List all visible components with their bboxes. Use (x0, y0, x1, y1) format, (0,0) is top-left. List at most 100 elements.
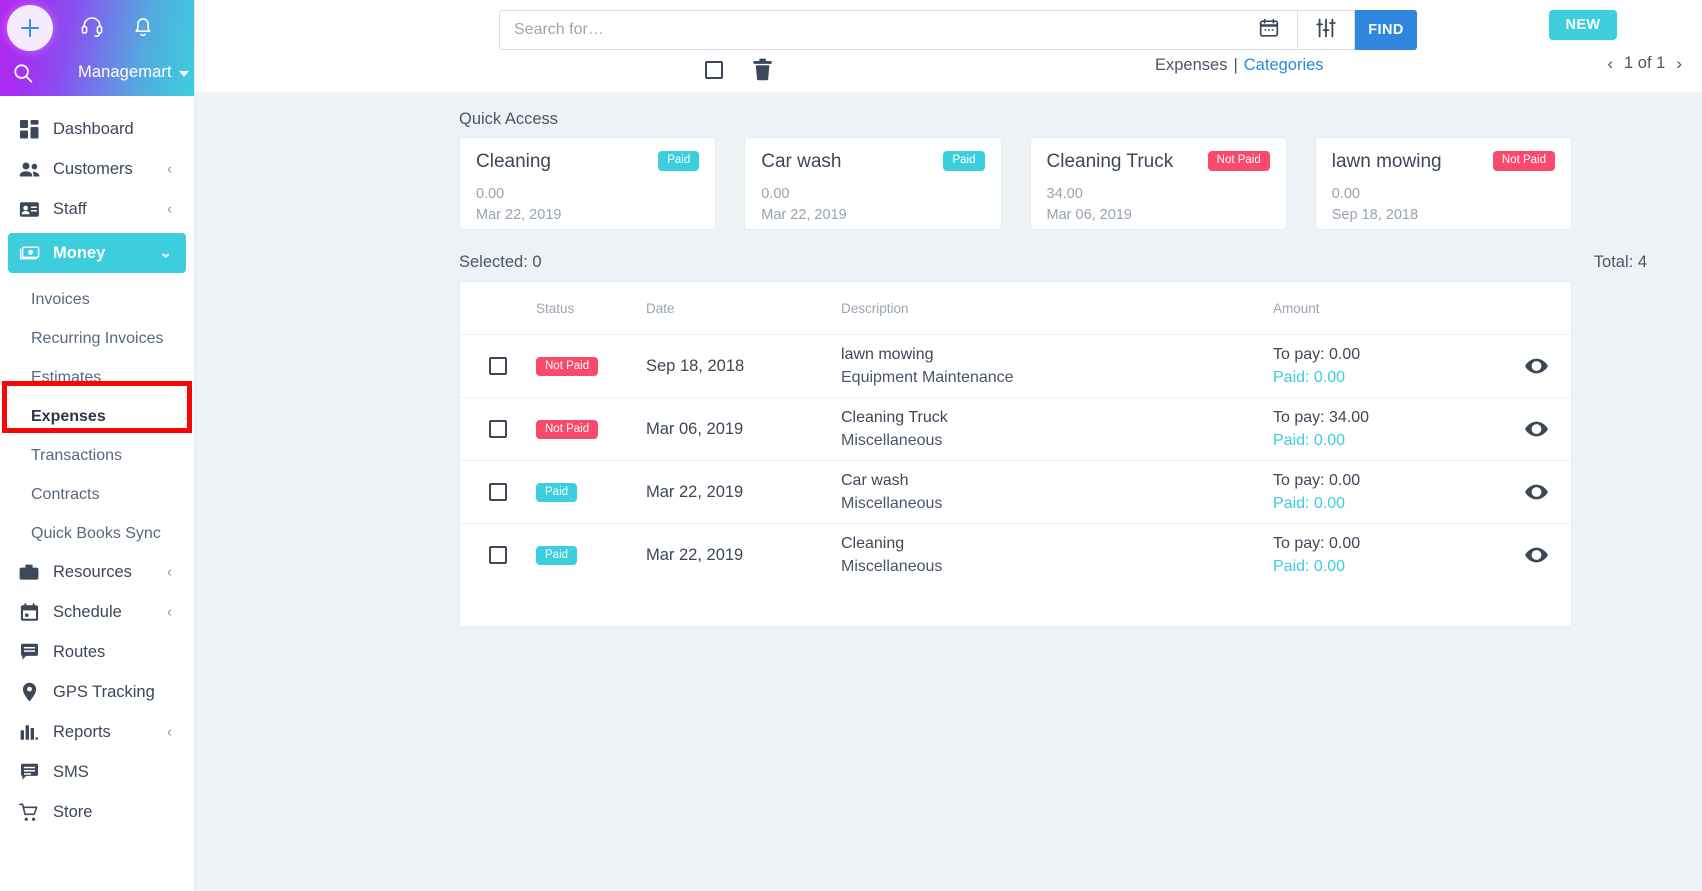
bell-icon[interactable] (132, 14, 154, 43)
sidebar-item-resources[interactable]: Resources ‹ (8, 553, 186, 591)
expense-tabs: Expenses | Categories (1155, 56, 1324, 75)
sidebar-item-sms[interactable]: SMS (8, 753, 186, 791)
row-date: Mar 06, 2019 (646, 419, 744, 438)
row-description-cell: Car wash Miscellaneous (841, 472, 1273, 513)
sidebar-subitem-transactions[interactable]: Transactions (0, 436, 194, 475)
find-button[interactable]: FIND (1355, 10, 1417, 50)
advanced-filter-button[interactable] (1298, 10, 1355, 50)
row-description: Cleaning Truck (841, 408, 948, 426)
new-button[interactable]: NEW (1549, 10, 1617, 40)
table-row[interactable]: Not Paid Sep 18, 2018 lawn mowing Equipm… (460, 334, 1571, 397)
sidebar-subitem-estimates[interactable]: Estimates (0, 358, 194, 397)
card-date: Mar 06, 2019 (1046, 207, 1132, 223)
sidebar-subitem-expenses[interactable]: Expenses (0, 397, 194, 436)
sidebar-item-store[interactable]: Store (8, 793, 186, 831)
calendar-icon (1259, 18, 1279, 43)
tab-expenses[interactable]: Expenses (1155, 56, 1227, 75)
sidebar-item-routes[interactable]: Routes (8, 633, 186, 671)
headset-icon[interactable] (80, 14, 104, 43)
sidebar-subitem-label: Invoices (31, 290, 90, 308)
table-row[interactable]: Paid Mar 22, 2019 Car wash Miscellaneous… (460, 460, 1571, 523)
row-actions-cell (1501, 421, 1571, 437)
tab-categories[interactable]: Categories (1244, 56, 1324, 75)
select-all-checkbox[interactable] (705, 60, 723, 79)
sidebar-subitem-quick-books-sync[interactable]: Quick Books Sync (0, 514, 194, 553)
sidebar-item-customers[interactable]: Customers ‹ (8, 150, 186, 188)
sliders-icon (1316, 18, 1336, 43)
sidebar-subitem-recurring-invoices[interactable]: Recurring Invoices (0, 319, 194, 358)
sidebar-subitem-label: Quick Books Sync (31, 524, 161, 542)
row-amount-cell: To pay: 0.00 Paid: 0.00 (1273, 535, 1501, 576)
card-amount: 0.00 (476, 186, 505, 202)
sidebar-subitem-label: Recurring Invoices (31, 329, 164, 347)
topbar: FIND NEW Expenses | Categories ‹ 1 of 1 … (195, 0, 1702, 92)
sidebar-item-label: Reports (53, 722, 111, 741)
status-badge: Paid (536, 545, 578, 566)
row-actions-cell (1501, 484, 1571, 500)
sidebar-subitem-label: Estimates (31, 368, 102, 386)
sidebar-item-label: SMS (53, 762, 89, 781)
search-input[interactable] (499, 10, 1241, 50)
sidebar-subitem-contracts[interactable]: Contracts (0, 475, 194, 514)
chevron-left-icon: ‹ (167, 200, 172, 218)
bulk-actions (705, 58, 773, 81)
cart-icon (18, 803, 40, 822)
sidebar-item-money[interactable]: Money ⌄ (8, 233, 186, 273)
quick-access-card[interactable]: Cleaning Paid 0.00 Mar 22, 2019 (459, 137, 717, 230)
row-description-cell: lawn mowing Equipment Maintenance (841, 346, 1273, 387)
sidebar-item-label: Store (53, 802, 93, 821)
money-icon (18, 245, 40, 261)
add-button[interactable] (7, 5, 53, 51)
trash-icon[interactable] (752, 58, 773, 81)
table-row[interactable]: Not Paid Mar 06, 2019 Cleaning Truck Mis… (460, 397, 1571, 460)
eye-icon[interactable] (1524, 547, 1548, 563)
row-checkbox[interactable] (489, 483, 507, 501)
account-menu[interactable]: Managemart (78, 63, 189, 82)
dashboard-icon (18, 119, 40, 139)
pagination-label: 1 of 1 (1624, 54, 1666, 72)
search-icon[interactable] (12, 62, 34, 84)
sidebar-item-label: Schedule (53, 602, 122, 621)
sidebar-item-dashboard[interactable]: Dashboard (8, 110, 186, 148)
sidebar-subitem-invoices[interactable]: Invoices (0, 280, 194, 319)
sidebar-header: Managemart (0, 0, 194, 96)
row-actions-cell (1501, 358, 1571, 374)
quick-access-card[interactable]: lawn mowing Not Paid 0.00 Sep 18, 2018 (1314, 137, 1572, 230)
content-area: Quick Access Cleaning Paid 0.00 Mar 22, … (195, 92, 1702, 891)
row-checkbox[interactable] (489, 357, 507, 375)
status-badge: Not Paid (536, 419, 599, 440)
eye-icon[interactable] (1524, 484, 1548, 500)
header-amount: Amount (1273, 300, 1320, 316)
row-to-pay: To pay: 0.00 (1273, 534, 1361, 552)
row-checkbox[interactable] (489, 546, 507, 564)
row-category: Miscellaneous (841, 557, 943, 575)
quick-access-card[interactable]: Car wash Paid 0.00 Mar 22, 2019 (744, 137, 1002, 230)
card-amount: 0.00 (1331, 186, 1360, 202)
row-description-cell: Cleaning Truck Miscellaneous (841, 409, 1273, 450)
chevron-left-icon[interactable]: ‹ (1607, 55, 1613, 72)
quick-access-card[interactable]: Cleaning Truck Not Paid 34.00 Mar 06, 20… (1029, 137, 1287, 230)
eye-icon[interactable] (1524, 358, 1548, 374)
sidebar-item-staff[interactable]: Staff ‹ (8, 190, 186, 228)
sidebar-item-gps-tracking[interactable]: GPS Tracking (8, 673, 186, 711)
sidebar-item-label: Customers (53, 159, 133, 178)
message-icon (18, 763, 40, 781)
card-date: Mar 22, 2019 (761, 207, 847, 223)
sidebar-item-schedule[interactable]: Schedule ‹ (8, 593, 186, 631)
chevron-right-icon[interactable]: › (1676, 55, 1682, 72)
sidebar-item-reports[interactable]: Reports ‹ (8, 713, 186, 751)
sidebar-search-row: Managemart (0, 49, 195, 96)
date-filter-button[interactable] (1241, 10, 1298, 50)
table-row[interactable]: Paid Mar 22, 2019 Cleaning Miscellaneous… (460, 523, 1571, 586)
row-category: Miscellaneous (841, 494, 943, 512)
sidebar-subitem-label: Expenses (31, 407, 106, 425)
bar-chart-icon (18, 724, 40, 741)
row-category: Equipment Maintenance (841, 368, 1014, 386)
row-paid: Paid: 0.00 (1273, 557, 1346, 575)
row-paid: Paid: 0.00 (1273, 368, 1346, 386)
briefcase-icon (18, 564, 40, 581)
eye-icon[interactable] (1524, 421, 1548, 437)
quick-access-title: Quick Access (459, 110, 559, 128)
row-checkbox[interactable] (489, 420, 507, 438)
staff-icon (18, 201, 40, 218)
